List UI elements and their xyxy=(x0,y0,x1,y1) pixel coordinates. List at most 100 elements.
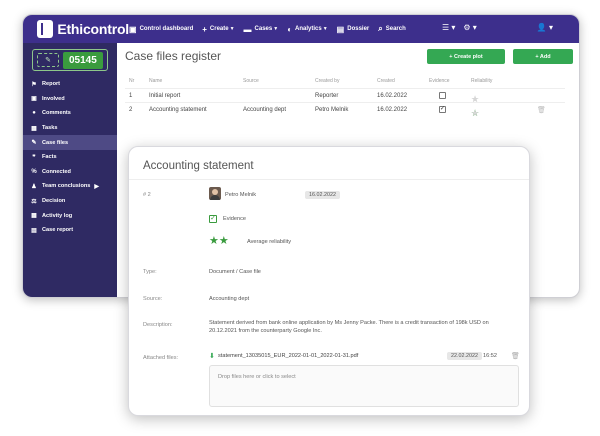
menu-icon[interactable]: ☰ ▾ xyxy=(442,23,455,32)
detail-title: Accounting statement xyxy=(143,160,254,172)
download-icon[interactable]: ⬇ xyxy=(209,352,215,360)
evidence-checkbox[interactable]: ✓ xyxy=(439,106,446,113)
nav-label: Dossier xyxy=(347,26,370,32)
add-button[interactable]: + Add xyxy=(513,49,573,64)
top-navigation-bar: Ethicontrol ▣ Control dashboard + Create ▼ ▬ C… xyxy=(23,15,579,43)
star-icon[interactable]: ★ xyxy=(219,235,229,247)
file-dropzone[interactable]: Drop files here or click to select xyxy=(209,365,519,407)
evidence-checkbox[interactable]: ✓ xyxy=(209,215,217,223)
reliability-rating[interactable]: ★★ xyxy=(209,236,229,247)
author-name: Petro Melnik xyxy=(225,192,257,198)
column-header: Nr xyxy=(129,78,135,84)
sidebar-item-label: Report xyxy=(42,81,61,88)
table-row[interactable]: 2 Accounting statement Accounting dept Petr… xyxy=(125,102,565,118)
delete-icon[interactable]: 🗑 xyxy=(537,106,546,114)
column-header: Source xyxy=(243,78,259,84)
cell-created-by: Reporter xyxy=(315,93,339,99)
cell-created: 16.02.2022 xyxy=(377,93,408,99)
delete-file-icon[interactable]: 🗑 xyxy=(511,352,520,360)
nav-item-dossier[interactable]: ▤ Dossier xyxy=(337,25,370,34)
sidebar-item-case-report[interactable]: ▤ Case report xyxy=(23,223,117,238)
sidebar-item-connected[interactable]: % Connected xyxy=(23,165,117,180)
sidebar-item-label: Involved xyxy=(42,95,65,102)
nav-label: Cases xyxy=(254,26,273,32)
type-label: Type: xyxy=(143,269,157,275)
create-plot-button[interactable]: + Create plot xyxy=(427,49,505,64)
chevron-down-icon: ▼ xyxy=(322,26,328,32)
description-line-2: 20.12.2021 from the counterparty Google … xyxy=(209,328,322,334)
cell-nr: 2 xyxy=(129,107,133,113)
involved-icon: ▣ xyxy=(31,96,37,103)
column-header: Name xyxy=(149,78,163,84)
sidebar-item-label: Case report xyxy=(42,227,74,234)
table-row[interactable]: 1 Initial report Reporter 16.02.2022 ★ ★ ★ xyxy=(125,88,565,104)
star-icon[interactable]: ★ xyxy=(209,235,219,247)
plus-icon: + xyxy=(202,24,207,34)
sidebar-item-activity-log[interactable]: ▦ Activity log xyxy=(23,208,117,223)
sidebar-item-facts[interactable]: ❞ Facts xyxy=(23,150,117,165)
case-number-box: ✎ 05145 xyxy=(32,49,108,71)
table-header: Nr Name Source Created by Created Evidence Rel… xyxy=(125,78,565,88)
case-file-detail-card: Accounting statement # 2 Petro Melnik 16… xyxy=(128,146,530,416)
star-icon[interactable]: ★ xyxy=(471,109,480,118)
sidebar-item-label: Decision xyxy=(42,198,66,205)
file-time: 16:52 xyxy=(483,353,497,359)
reliability-label: Average reliability xyxy=(247,239,292,245)
column-header: Created xyxy=(377,78,395,84)
chevron-down-icon: ▼ xyxy=(229,26,235,32)
sidebar-item-decision[interactable]: ⚖ Decision xyxy=(23,194,117,209)
team-icon: ♟ xyxy=(31,183,37,190)
sidebar-item-report[interactable]: ⚑ Report xyxy=(23,77,117,92)
gavel-icon: ⚖ xyxy=(31,198,37,205)
sidebar-item-label: Comments xyxy=(42,110,71,117)
nav-label: Analytics xyxy=(295,26,322,32)
cell-nr: 1 xyxy=(129,93,133,99)
sidebar-item-case-files[interactable]: ✎ Case files xyxy=(23,135,117,150)
dashboard-icon: ▣ xyxy=(129,24,137,34)
sidebar-item-label: Team conclusions xyxy=(42,183,91,190)
author-date: 16.02.2022 xyxy=(305,191,340,199)
user-icon[interactable]: 👤 ▾ xyxy=(537,23,553,32)
nav-label: Control dashboard xyxy=(139,26,194,32)
attached-files-label: Attached files: xyxy=(143,355,179,361)
sidebar-item-label: Tasks xyxy=(42,125,58,132)
sidebar-item-team-conclusions[interactable]: ♟ Team conclusions ▶ xyxy=(23,179,117,194)
case-number: 05145 xyxy=(63,51,103,69)
chevron-down-icon: ▼ xyxy=(273,26,279,32)
column-header: Reliability xyxy=(471,78,493,84)
nav-item-control-dashboard[interactable]: ▣ Control dashboard xyxy=(129,25,193,34)
file-date: 22.02.2022 xyxy=(447,352,482,360)
sidebar-item-involved[interactable]: ▣ Involved xyxy=(23,92,117,107)
tasks-icon: ▦ xyxy=(31,125,37,132)
nav-item-search[interactable]: ⌕ Search xyxy=(378,24,406,34)
description-line-1: Statement derived from bank online appli… xyxy=(209,320,489,326)
nav-label: Search xyxy=(385,26,406,32)
paperclip-icon: ✎ xyxy=(31,140,37,147)
sidebar-item-label: Case files xyxy=(42,139,69,146)
brand[interactable]: Ethicontrol xyxy=(37,20,129,38)
comments-icon: ● xyxy=(32,110,36,117)
nav-item-create[interactable]: + Create ▼ xyxy=(202,25,234,34)
nav-item-cases[interactable]: ▬ Cases ▼ xyxy=(244,25,279,34)
cell-source: Accounting dept xyxy=(243,107,287,113)
search-icon: ⌕ xyxy=(378,24,383,33)
chevron-right-icon: ▶ xyxy=(94,183,100,190)
nav-item-analytics[interactable]: ◐ Analytics ▼ xyxy=(287,25,327,34)
source-label: Source: xyxy=(143,296,163,302)
dropzone-text: Drop files here or click to select xyxy=(218,374,296,380)
file-number: # 2 xyxy=(143,192,151,198)
chart-icon: ◐ xyxy=(287,24,293,34)
cell-name: Accounting statement xyxy=(149,107,207,113)
sidebar-item-comments[interactable]: ● Comments xyxy=(23,106,117,121)
column-header: Created by xyxy=(315,78,340,84)
top-right-controls: ☰ ▾ ⚙ ▾ 👤 ▾ xyxy=(442,23,553,32)
settings-icon[interactable]: ⚙ ▾ xyxy=(463,23,476,32)
case-report-icon: ▤ xyxy=(31,227,37,234)
sidebar-menu: ⚑ Report ▣ Involved ● Comments ▦ Tasks ✎ Case fil… xyxy=(23,77,117,238)
sidebar-item-tasks[interactable]: ▦ Tasks xyxy=(23,121,117,136)
avatar xyxy=(209,187,221,200)
evidence-checkbox[interactable] xyxy=(439,92,446,99)
case-folder-icon: ✎ xyxy=(37,53,59,67)
attached-file-link[interactable]: statement_13035015_EUR_2022-01-01_2022-0… xyxy=(218,353,358,359)
nav-label: Create xyxy=(209,26,229,32)
